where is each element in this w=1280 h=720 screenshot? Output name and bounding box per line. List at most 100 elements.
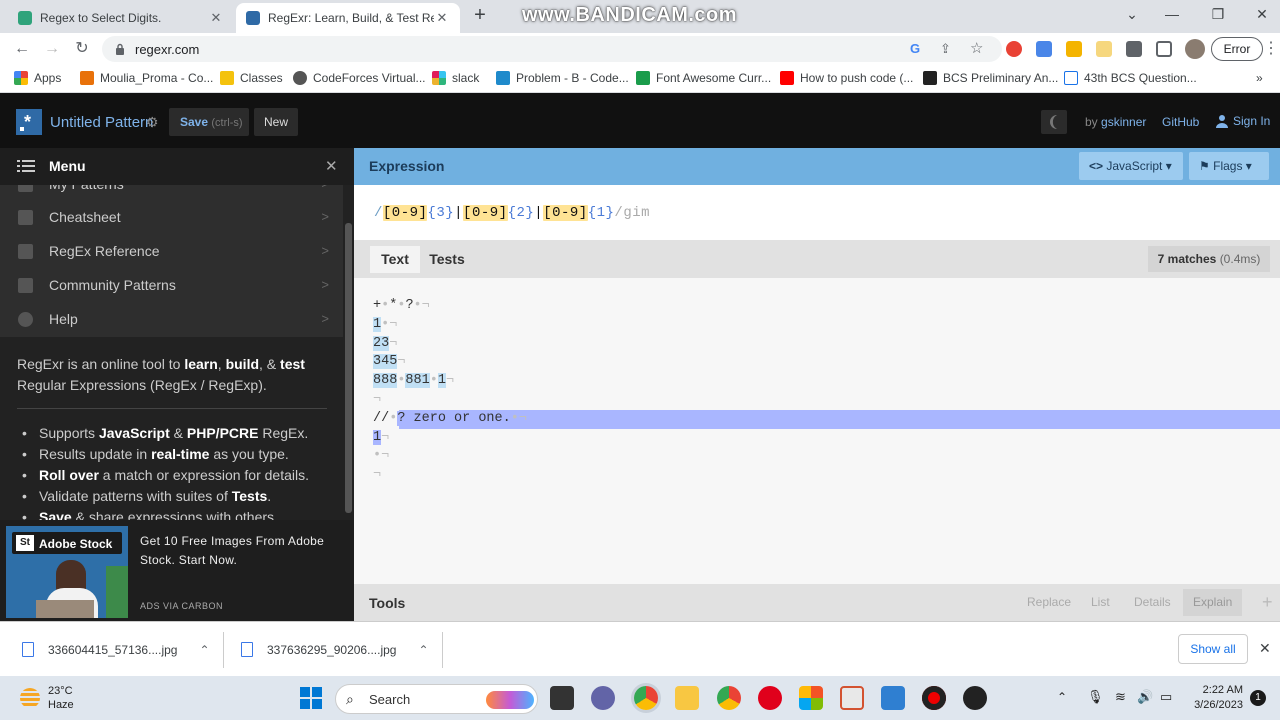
bookmark-item[interactable]: slack: [432, 71, 479, 85]
address-bar[interactable]: [102, 36, 1002, 62]
reload-icon[interactable]: ↻: [73, 40, 91, 58]
tool-list-button[interactable]: List: [1081, 589, 1120, 616]
text-line[interactable]: 1•¬: [373, 315, 397, 334]
regex-token[interactable]: [0-9]: [382, 205, 428, 221]
volume-icon[interactable]: 🔊: [1137, 689, 1153, 705]
text-line[interactable]: 345¬: [373, 352, 405, 371]
opera-icon[interactable]: [758, 686, 782, 710]
text-line[interactable]: •¬: [373, 446, 389, 465]
regex-expression[interactable]: /[0-9]{3}|[0-9]{2}|[0-9]{1}/gim: [374, 205, 650, 221]
sign-in-link[interactable]: Sign In: [1215, 114, 1270, 128]
taskbar-search[interactable]: ⌕ Search: [335, 684, 538, 714]
browser-tab-regex-digits[interactable]: Regex to Select Digits. ✕: [8, 3, 234, 33]
expression-editor[interactable]: /[0-9]{3}|[0-9]{2}|[0-9]{1}/gim: [354, 185, 1280, 240]
tray-chevron-up-icon[interactable]: ⌃: [1057, 690, 1067, 704]
text-line[interactable]: ¬: [373, 390, 381, 409]
forward-arrow-icon[interactable]: →: [43, 40, 61, 58]
add-tool-button[interactable]: +: [1252, 589, 1280, 616]
extension-icon[interactable]: [1006, 41, 1022, 57]
url-text[interactable]: regexr.com: [135, 42, 199, 57]
text-line[interactable]: ¬: [373, 465, 381, 484]
regex-token[interactable]: |: [454, 205, 463, 221]
close-menu-icon[interactable]: ✕: [325, 157, 338, 175]
file-explorer-icon[interactable]: [675, 686, 699, 710]
download-item[interactable]: 336604415_57136....jpg ⌃: [22, 642, 210, 657]
weather-widget[interactable]: 23°C Haze: [20, 684, 74, 712]
regex-token[interactable]: [0-9]: [543, 205, 588, 221]
gear-icon[interactable]: ⚙: [146, 114, 159, 131]
carbon-ad[interactable]: St Adobe Stock Get 10 Free Images From A…: [0, 520, 354, 621]
menu-item-help[interactable]: Help >: [0, 303, 343, 337]
store-icon[interactable]: [799, 686, 823, 710]
bookmark-item[interactable]: Problem - B - Code...: [496, 71, 629, 85]
menu-item-regex-reference[interactable]: RegEx Reference >: [0, 235, 343, 269]
clock[interactable]: 2:22 AM 3/26/2023: [1185, 683, 1243, 713]
theme-toggle-button[interactable]: [1041, 110, 1067, 134]
text-line[interactable]: +•*•?•¬: [373, 296, 430, 315]
chat-icon[interactable]: [591, 686, 615, 710]
photos-icon[interactable]: [881, 686, 905, 710]
extensions-puzzle-icon[interactable]: [1126, 41, 1142, 57]
app-icon[interactable]: [840, 686, 864, 710]
new-button[interactable]: New: [254, 108, 298, 136]
flavor-dropdown[interactable]: <> JavaScript ▾: [1079, 152, 1183, 180]
bookmark-item[interactable]: Font Awesome Curr...: [636, 71, 771, 85]
kebab-menu-icon[interactable]: ⋮: [1262, 40, 1280, 58]
new-tab-button[interactable]: +: [470, 5, 490, 26]
regex-token[interactable]: [0-9]: [463, 205, 508, 221]
media-player-icon[interactable]: [963, 686, 987, 710]
error-button[interactable]: Error: [1211, 37, 1263, 61]
regex-token[interactable]: /: [374, 205, 383, 221]
bookmark-item[interactable]: 43th BCS Question...: [1064, 71, 1197, 85]
minimize-icon[interactable]: —: [1160, 6, 1184, 26]
tab-search-chevron-icon[interactable]: ⌄: [1120, 6, 1144, 26]
menu-item-community-patterns[interactable]: Community Patterns >: [0, 269, 343, 303]
regex-token[interactable]: {3}: [427, 205, 454, 221]
text-line[interactable]: 1¬: [373, 428, 389, 447]
maximize-icon[interactable]: ❐: [1206, 6, 1230, 26]
pattern-title[interactable]: Untitled Pattern: [50, 114, 153, 131]
bookmark-apps[interactable]: Apps: [14, 71, 61, 85]
regexr-logo-icon[interactable]: *: [16, 109, 42, 135]
chrome-icon[interactable]: [634, 686, 658, 710]
ad-image[interactable]: St Adobe Stock: [6, 526, 128, 618]
author-link[interactable]: gskinner: [1101, 115, 1146, 129]
chrome-icon[interactable]: [717, 686, 741, 710]
chevron-up-icon[interactable]: ⌃: [418, 643, 428, 657]
ad-text[interactable]: Get 10 Free Images From Adobe Stock. Sta…: [140, 532, 340, 570]
bookmark-item[interactable]: Moulia_Proma - Co...: [80, 71, 213, 85]
translate-extension-icon[interactable]: [1036, 41, 1052, 57]
test-text-editor[interactable]: [354, 278, 1280, 584]
task-view-icon[interactable]: [550, 686, 574, 710]
tool-explain-button[interactable]: Explain: [1183, 589, 1243, 616]
bookmark-item[interactable]: CodeForces Virtual...: [293, 71, 426, 85]
close-download-bar-icon[interactable]: ✕: [1259, 640, 1271, 657]
bookmark-item[interactable]: BCS Preliminary An...: [923, 71, 1058, 85]
regex-token[interactable]: {1}: [588, 205, 615, 221]
text-line[interactable]: //•? zero or one.•¬: [373, 409, 527, 428]
download-item[interactable]: 337636295_90206....jpg ⌃: [241, 642, 429, 657]
regex-token[interactable]: |: [534, 205, 543, 221]
menu-item-cheatsheet[interactable]: Cheatsheet >: [0, 201, 343, 235]
tab-tests[interactable]: Tests: [422, 246, 472, 273]
bookmark-item[interactable]: Classes: [220, 71, 283, 85]
bookmark-item[interactable]: How to push code (...: [780, 71, 913, 85]
chevron-up-icon[interactable]: ⌃: [199, 643, 209, 657]
tab-close-icon[interactable]: ✕: [208, 10, 224, 26]
extension-icon[interactable]: [1066, 41, 1082, 57]
share-icon[interactable]: ⇪: [940, 41, 956, 57]
back-arrow-icon[interactable]: ←: [13, 40, 31, 58]
tool-replace-button[interactable]: Replace: [1017, 589, 1081, 616]
wifi-icon[interactable]: ≋: [1115, 689, 1126, 705]
tab-text[interactable]: Text: [370, 246, 420, 273]
google-lens-icon[interactable]: G: [910, 41, 926, 57]
tool-details-button[interactable]: Details: [1124, 589, 1181, 616]
regex-token[interactable]: /gim: [614, 205, 650, 221]
menu-scrollbar-thumb[interactable]: [345, 223, 352, 513]
profile-avatar[interactable]: [1185, 39, 1205, 59]
battery-icon[interactable]: ▭: [1160, 689, 1172, 705]
bookmark-star-icon[interactable]: ☆: [970, 41, 986, 57]
side-panel-icon[interactable]: [1156, 41, 1172, 57]
tab-close-icon[interactable]: ✕: [434, 10, 450, 26]
bookmarks-overflow[interactable]: »: [1256, 71, 1263, 85]
